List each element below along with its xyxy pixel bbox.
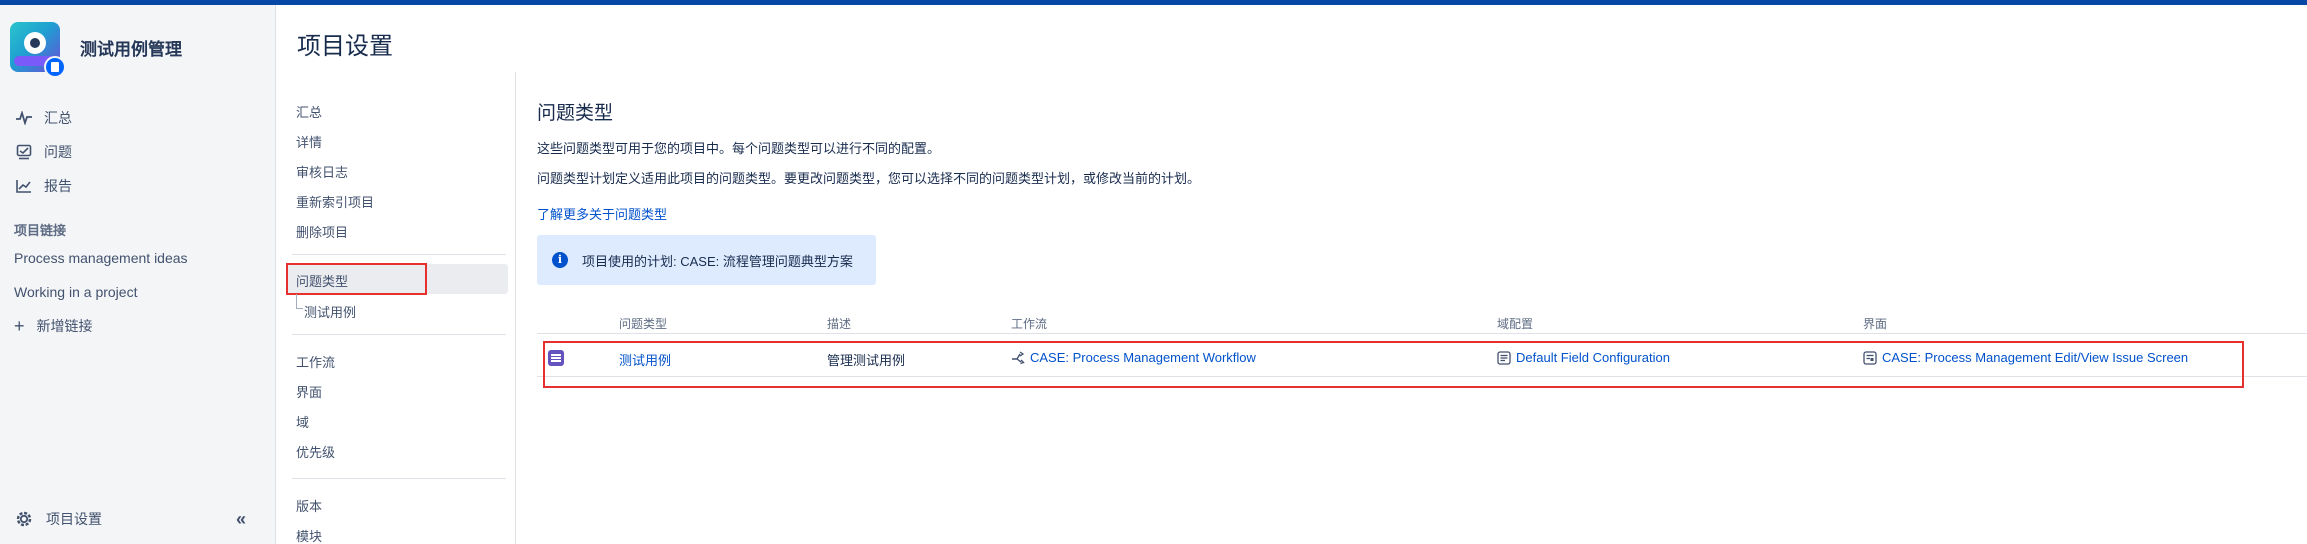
project-links-title: 项目链接 <box>14 223 67 238</box>
divider <box>292 334 506 335</box>
project-link[interactable]: Working in a project <box>14 275 188 309</box>
description-1: 这些问题类型可用于您的项目中。每个问题类型可以进行不同的配置。 <box>537 141 941 156</box>
table-header-divider <box>537 333 2307 334</box>
pulse-icon <box>14 108 34 128</box>
gear-icon <box>14 509 34 529</box>
project-header[interactable]: 测试用例管理 <box>10 19 182 78</box>
column-header-workflow: 工作流 <box>1011 317 1048 331</box>
nav-item-label: 问题 <box>44 144 72 160</box>
top-accent-bar <box>0 0 2307 5</box>
scheme-info-text[interactable]: 项目使用的计划: CASE: 流程管理问题典型方案 <box>582 251 853 270</box>
annotation-highlight-box <box>543 341 2244 388</box>
nav-item-issues[interactable]: 问题 <box>14 135 72 169</box>
settings-nav-versions[interactable]: 版本 <box>296 496 322 515</box>
settings-nav: 汇总 详情 审核日志 重新索引项目 删除项目 问题类型 测试用例 工作流 界面 … <box>282 72 516 544</box>
plus-icon: + <box>14 315 25 336</box>
settings-nav-screens[interactable]: 界面 <box>296 382 322 401</box>
settings-nav-reindex[interactable]: 重新索引项目 <box>296 192 374 211</box>
scheme-info-box: i 项目使用的计划: CASE: 流程管理问题典型方案 <box>537 235 876 285</box>
settings-nav-issue-type-test-case[interactable]: 测试用例 <box>295 294 356 321</box>
settings-nav-audit-log[interactable]: 审核日志 <box>296 162 348 181</box>
nav-item-summary[interactable]: 汇总 <box>14 101 72 135</box>
project-avatar[interactable] <box>10 22 66 78</box>
settings-nav-fields[interactable]: 域 <box>296 412 309 431</box>
page-title: 项目设置 <box>297 33 393 60</box>
project-name[interactable]: 测试用例管理 <box>80 35 182 60</box>
learn-more-link[interactable]: 了解更多关于问题类型 <box>537 204 667 223</box>
chart-icon <box>14 176 34 196</box>
nav-item-label: 汇总 <box>44 110 72 126</box>
project-link[interactable]: Process management ideas <box>14 241 188 275</box>
project-links: Process management ideas Working in a pr… <box>14 241 188 343</box>
nav-item-reports[interactable]: 报告 <box>14 169 72 203</box>
add-link-button[interactable]: + 新增链接 <box>14 309 188 343</box>
column-header-issue-type: 问题类型 <box>619 317 668 331</box>
column-header-field-config: 域配置 <box>1497 317 1534 331</box>
info-icon: i <box>552 252 568 268</box>
project-nav: 汇总 问题 报告 <box>14 101 72 203</box>
divider <box>292 254 506 255</box>
settings-nav-priorities[interactable]: 优先级 <box>296 442 335 461</box>
add-link-label: 新增链接 <box>36 318 93 334</box>
column-header-description: 描述 <box>827 317 852 331</box>
settings-nav-workflows[interactable]: 工作流 <box>296 352 335 371</box>
project-type-badge-icon <box>44 56 66 78</box>
issues-icon <box>14 142 34 162</box>
nav-item-label: 报告 <box>44 178 72 194</box>
column-header-screen: 界面 <box>1863 317 1888 331</box>
settings-nav-components[interactable]: 模块 <box>296 526 322 544</box>
double-chevron-left-icon[interactable]: « <box>230 509 252 531</box>
divider <box>292 478 506 479</box>
content-title: 问题类型 <box>537 103 614 124</box>
settings-nav-summary[interactable]: 汇总 <box>296 102 322 121</box>
settings-nav-details[interactable]: 详情 <box>296 132 322 151</box>
project-settings-footer[interactable]: 项目设置 « <box>14 509 262 529</box>
settings-nav-delete[interactable]: 删除项目 <box>296 222 348 241</box>
project-settings-label: 项目设置 <box>46 511 102 527</box>
project-sidebar: 测试用例管理 汇总 问题 报告 项目链接 Process management … <box>0 5 276 544</box>
annotation-highlight-box <box>286 263 427 295</box>
description-2: 问题类型计划定义适用此项目的问题类型。要更改问题类型，您可以选择不同的问题类型计… <box>537 171 1201 186</box>
